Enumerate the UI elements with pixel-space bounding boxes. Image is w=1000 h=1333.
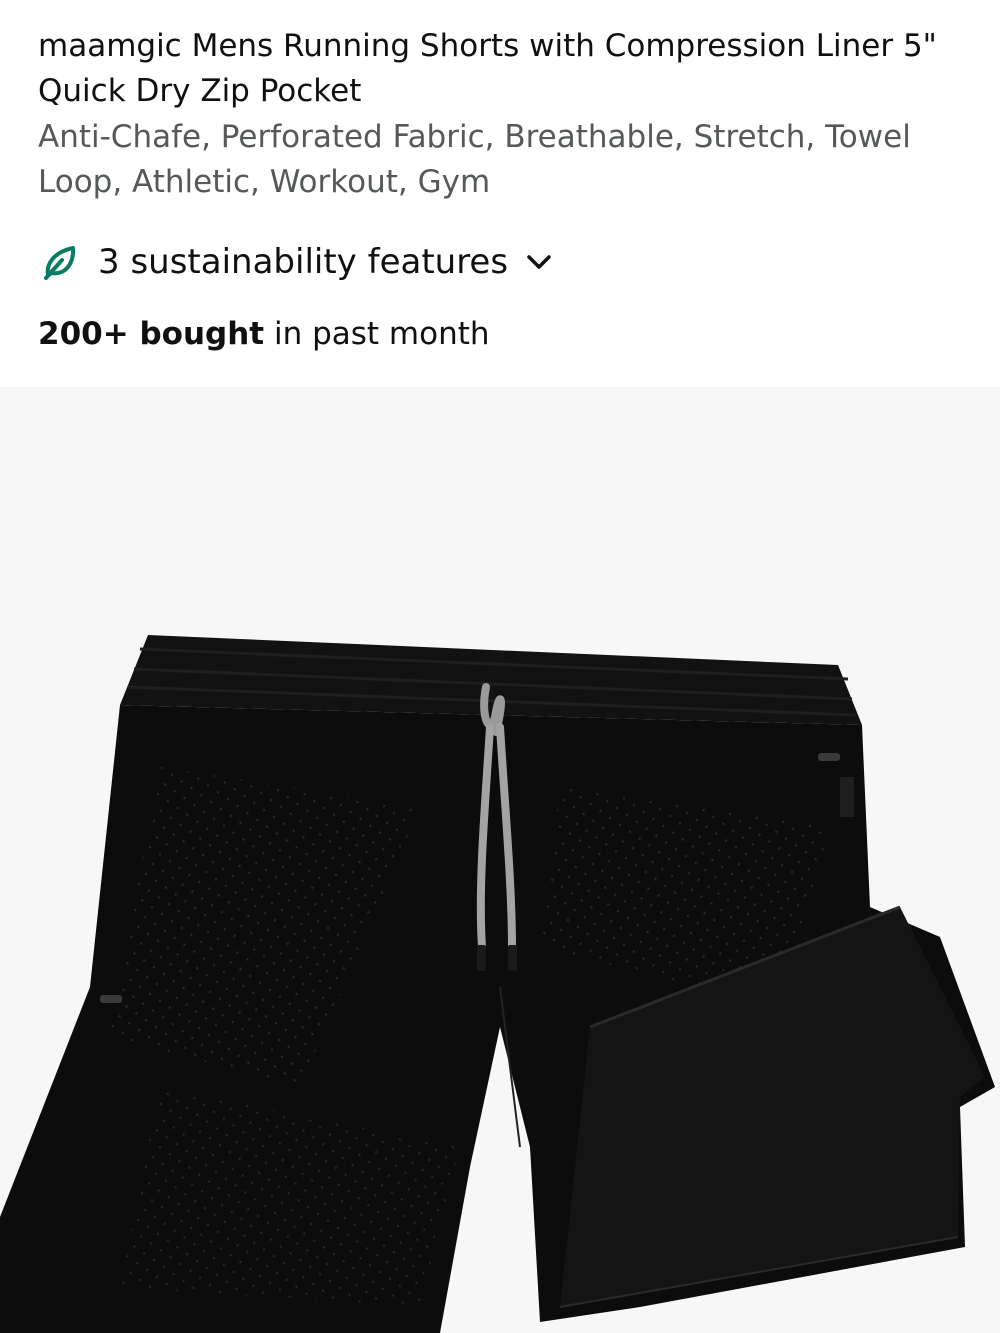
bought-count: 200+ bought <box>38 316 265 352</box>
shorts-illustration <box>0 635 995 1333</box>
product-image[interactable] <box>0 387 1000 1333</box>
leaf-icon <box>38 240 82 284</box>
sustainability-features-toggle[interactable]: 3 sustainability features <box>38 236 554 288</box>
bought-in-past-month: 200+ bought in past month <box>38 312 490 357</box>
chevron-down-icon[interactable] <box>524 247 554 277</box>
product-subtitle: Anti-Chafe, Perforated Fabric, Breathabl… <box>38 119 911 200</box>
bought-suffix: in past month <box>264 316 490 352</box>
product-title: maamgic Mens Running Shorts with Compres… <box>38 28 937 109</box>
sustainability-label: 3 sustainability features <box>98 242 509 282</box>
